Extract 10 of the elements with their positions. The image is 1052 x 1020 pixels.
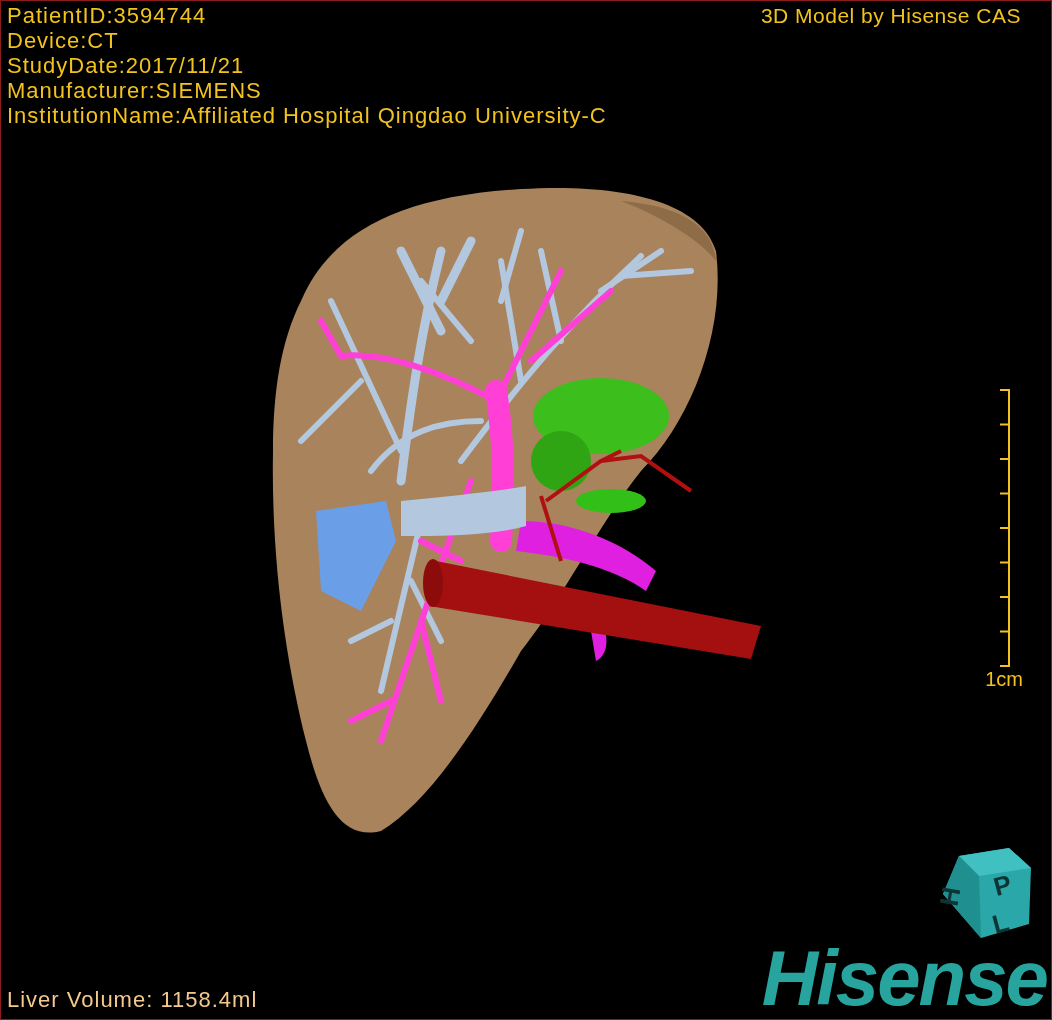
info-line: StudyDate:2017/11/21 xyxy=(7,53,245,78)
info-line: Manufacturer:SIEMENS xyxy=(7,78,262,103)
info-line: InstitutionName:Affiliated Hospital Qingdao University-C xyxy=(7,103,607,128)
view-title: 3D Model by Hisense CAS xyxy=(760,3,1022,28)
liver-volume-label: Liver Volume: 1158.4ml xyxy=(7,987,258,1013)
scale-bar-icon xyxy=(997,388,1011,668)
brand-logo: Hisense xyxy=(761,941,1047,1015)
scale-label: 1cm xyxy=(985,668,1023,690)
info-line: PatientID:3594744 xyxy=(7,3,207,28)
info-line: Device:CT xyxy=(7,28,119,53)
